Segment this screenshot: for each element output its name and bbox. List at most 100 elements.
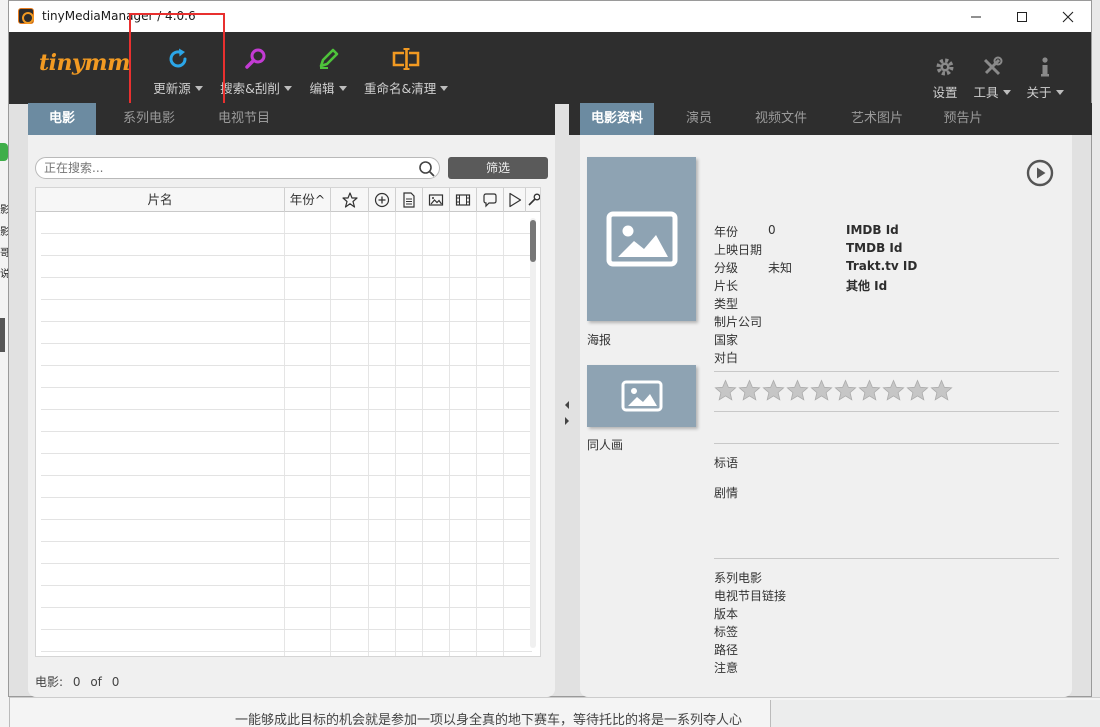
tagline-label: 标语 xyxy=(714,456,739,470)
column-trailer[interactable] xyxy=(450,188,477,212)
column-images[interactable] xyxy=(423,188,450,212)
table-row[interactable] xyxy=(41,388,532,410)
country-label: 国家 xyxy=(714,333,739,347)
table-row[interactable] xyxy=(41,608,532,630)
star-rating[interactable] xyxy=(714,379,953,402)
settings-label: 设置 xyxy=(932,85,958,100)
note-label: 注意 xyxy=(714,661,739,675)
table-row[interactable] xyxy=(41,256,532,278)
star-icon[interactable] xyxy=(906,379,929,402)
tab-media-files[interactable]: 视频文件 xyxy=(741,103,821,135)
table-row[interactable] xyxy=(41,410,532,432)
status-count: 0 xyxy=(72,675,81,689)
fanart-image[interactable] xyxy=(587,365,696,427)
tab-artwork[interactable]: 艺术图片 xyxy=(837,103,917,135)
table-row[interactable] xyxy=(41,322,532,344)
chevron-down-icon xyxy=(338,86,347,91)
tools-button[interactable]: 工具 xyxy=(971,52,1013,101)
about-button[interactable]: 关于 xyxy=(1023,52,1067,101)
table-row[interactable] xyxy=(41,454,532,476)
star-icon[interactable] xyxy=(930,379,953,402)
column-watched[interactable] xyxy=(504,188,526,212)
tab-movie-info[interactable]: 电影资料 xyxy=(580,103,654,144)
background-panel xyxy=(770,700,1100,727)
column-new[interactable] xyxy=(369,188,396,212)
tab-tv-shows[interactable]: 电视节目 xyxy=(203,103,285,135)
table-row[interactable] xyxy=(41,344,532,366)
column-nfo[interactable] xyxy=(396,188,423,212)
year-label: 年份 xyxy=(714,225,739,239)
star-icon[interactable] xyxy=(714,379,737,402)
table-row[interactable] xyxy=(41,234,532,256)
star-icon[interactable] xyxy=(834,379,857,402)
search-input[interactable] xyxy=(35,157,440,179)
search-scrape-label: 搜索&刮削 xyxy=(220,81,280,96)
tv-show-link-label: 电视节目链接 xyxy=(714,589,787,603)
tools-label: 工具 xyxy=(973,85,999,100)
table-row[interactable] xyxy=(41,300,532,322)
close-button[interactable] xyxy=(1045,1,1091,32)
settings-button[interactable]: 设置 xyxy=(930,52,960,101)
table-row[interactable] xyxy=(41,498,532,520)
vertical-scrollbar-track[interactable] xyxy=(530,218,536,648)
star-icon[interactable] xyxy=(738,379,761,402)
fanart-label: 同人画 xyxy=(587,438,624,452)
poster-image[interactable] xyxy=(587,157,696,321)
background-text: 一能够成此目标的机会就是参加一项以身全真的地下赛车，等待托比的将是一系列夺人心 xyxy=(235,713,743,727)
column-title[interactable]: 片名 xyxy=(36,188,285,212)
image-placeholder-icon xyxy=(621,380,662,412)
column-year[interactable]: 年份^ xyxy=(285,188,331,212)
about-label: 关于 xyxy=(1026,85,1052,100)
star-icon[interactable] xyxy=(762,379,785,402)
speech-bubble-icon xyxy=(483,193,497,208)
table-row[interactable] xyxy=(41,542,532,564)
left-tab-bar: 电影 系列电影 电视节目 xyxy=(28,103,555,144)
star-icon[interactable] xyxy=(786,379,809,402)
runtime-label: 片长 xyxy=(714,279,739,293)
column-subtitles[interactable] xyxy=(477,188,504,212)
table-row[interactable] xyxy=(41,432,532,454)
rename-clean-button[interactable]: 重命名&清理 xyxy=(364,40,449,97)
play-circle-icon[interactable] xyxy=(1026,159,1054,187)
rename-clean-label: 重命名&清理 xyxy=(364,81,437,96)
table-row[interactable] xyxy=(41,586,532,608)
background-scroll-thumb xyxy=(0,318,5,352)
star-icon[interactable] xyxy=(882,379,905,402)
tab-movie-sets[interactable]: 系列电影 xyxy=(108,103,190,135)
chevron-down-icon xyxy=(440,86,449,91)
tab-trailer[interactable]: 预告片 xyxy=(933,103,993,135)
table-row[interactable] xyxy=(41,278,532,300)
column-settings[interactable] xyxy=(526,188,540,212)
search-icon[interactable] xyxy=(418,160,436,178)
table-row[interactable] xyxy=(41,520,532,542)
edit-button[interactable]: 编辑 xyxy=(305,40,351,97)
table-row[interactable] xyxy=(41,476,532,498)
search-scrape-button[interactable]: 搜索&刮削 xyxy=(219,40,293,97)
table-row[interactable] xyxy=(41,212,532,234)
tab-cast[interactable]: 演员 xyxy=(669,103,729,135)
splitter-collapse-icon[interactable] xyxy=(563,400,571,426)
edit-label: 编辑 xyxy=(309,81,335,96)
status-label: 电影: xyxy=(35,675,64,689)
right-tab-bar: 电影资料 演员 视频文件 艺术图片 预告片 xyxy=(569,103,1092,144)
release-date-label: 上映日期 xyxy=(714,243,763,257)
movie-details-body: 海报 同人画 年份 0 上映日期 分级 未知 片长 类型 制片公司 国家 对白 … xyxy=(580,135,1072,697)
other-id-label: 其他 Id xyxy=(846,279,888,293)
close-icon xyxy=(1062,11,1074,22)
star-icon[interactable] xyxy=(810,379,833,402)
background-window-bottom: 一能够成此目标的机会就是参加一项以身全真的地下赛车，等待托比的将是一系列夺人心 xyxy=(10,697,1100,727)
filter-button[interactable]: 筛选 xyxy=(448,157,548,179)
background-green-tab xyxy=(0,143,8,161)
minimize-button[interactable] xyxy=(953,1,999,32)
status-total: 0 xyxy=(111,675,120,689)
table-row[interactable] xyxy=(41,630,532,652)
table-row[interactable] xyxy=(41,366,532,388)
table-row[interactable] xyxy=(41,564,532,586)
chevron-down-icon xyxy=(1002,90,1011,95)
star-icon[interactable] xyxy=(858,379,881,402)
minimize-icon xyxy=(971,16,981,17)
maximize-button[interactable] xyxy=(999,1,1045,32)
vertical-scrollbar-thumb[interactable] xyxy=(530,220,536,262)
tab-movies[interactable]: 电影 xyxy=(28,103,96,144)
column-rating[interactable] xyxy=(331,188,369,212)
